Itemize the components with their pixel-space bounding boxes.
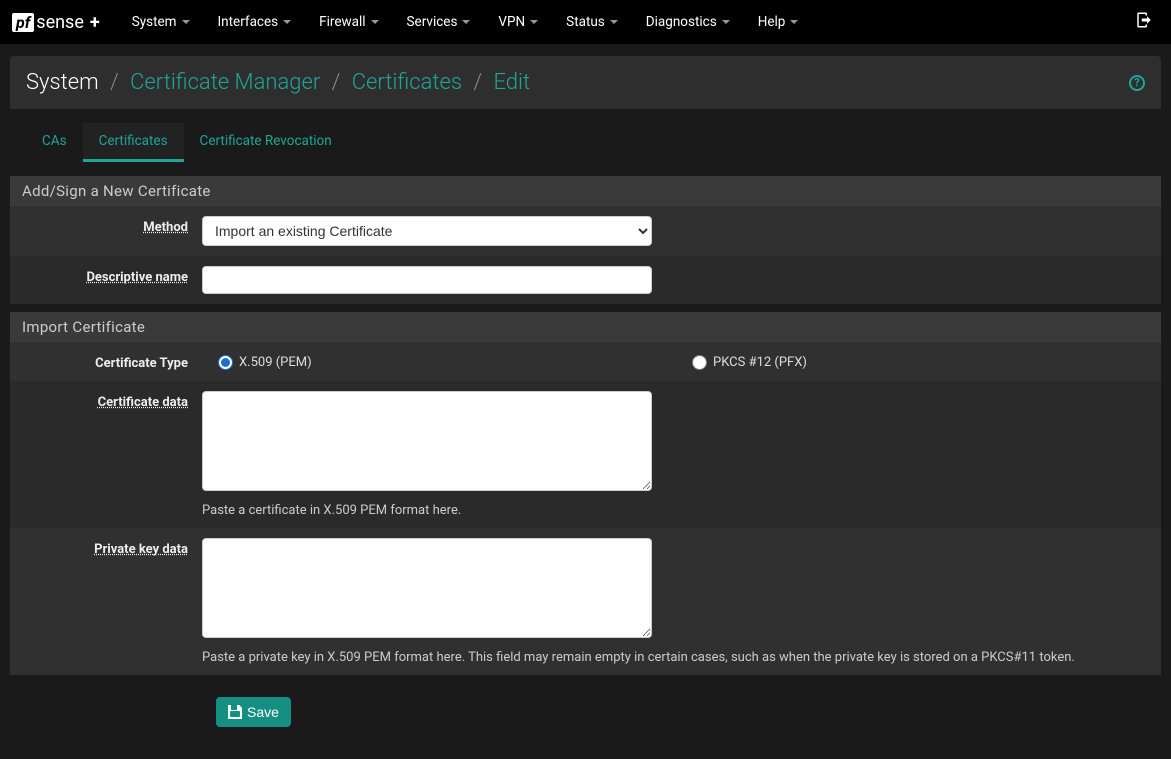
nav-menu: System Interfaces Firewall Services VPN …	[118, 2, 813, 42]
logo-sense: sense	[36, 12, 84, 33]
control-col: Paste a certificate in X.509 PEM format …	[202, 391, 1149, 518]
panel-body: Certificate Type X.509 (PEM) PKCS #12 (P…	[10, 342, 1161, 675]
help-icon[interactable]: ?	[1129, 75, 1145, 91]
nav-item-firewall[interactable]: Firewall	[305, 2, 392, 42]
nav-item-system[interactable]: System	[118, 2, 204, 42]
crumb-sep: /	[473, 70, 482, 95]
logo-pf: pf	[12, 13, 34, 32]
breadcrumb-bar: System / Certificate Manager / Certifica…	[10, 56, 1161, 109]
crumb-edit[interactable]: Edit	[493, 70, 530, 95]
descriptive-name-input[interactable]	[202, 266, 652, 294]
radio-pfx-label: PKCS #12 (PFX)	[713, 355, 807, 370]
radio-pem-input[interactable]	[218, 355, 233, 370]
nav-label: Help	[758, 14, 786, 30]
chevron-down-icon	[182, 20, 190, 24]
control-col	[202, 266, 1149, 294]
row-key-data: Private key data Paste a private key in …	[10, 528, 1161, 675]
cert-data-textarea[interactable]	[202, 391, 652, 491]
chevron-down-icon	[371, 20, 379, 24]
actions-row: Save	[10, 683, 1161, 747]
crumb-sep: /	[110, 70, 119, 95]
control-col: Import an existing Certificate	[202, 216, 1149, 246]
key-data-textarea[interactable]	[202, 538, 652, 638]
panel-heading: Add/Sign a New Certificate	[10, 176, 1161, 206]
nav-label: Status	[566, 14, 605, 30]
logo-plus: +	[90, 12, 100, 33]
save-icon	[228, 705, 242, 719]
nav-item-interfaces[interactable]: Interfaces	[204, 2, 306, 42]
nav-label: VPN	[498, 14, 525, 30]
nav-label: Services	[407, 14, 458, 30]
nav-item-diagnostics[interactable]: Diagnostics	[632, 2, 744, 42]
method-select[interactable]: Import an existing Certificate	[202, 216, 652, 246]
row-descriptive-name: Descriptive name	[10, 256, 1161, 304]
crumb-system[interactable]: System	[26, 70, 99, 95]
radio-pem-label: X.509 (PEM)	[239, 355, 312, 370]
row-cert-type: Certificate Type X.509 (PEM) PKCS #12 (P…	[10, 342, 1161, 381]
label-cert-data: Certificate data	[22, 391, 202, 410]
panel-import: Import Certificate Certificate Type X.50…	[10, 312, 1161, 675]
nav-item-status[interactable]: Status	[552, 2, 632, 42]
tab-cas[interactable]: CAs	[26, 123, 83, 162]
nav-label: Firewall	[319, 14, 365, 30]
label-cert-type: Certificate Type	[22, 352, 202, 371]
nav-item-services[interactable]: Services	[393, 2, 485, 42]
logout-icon[interactable]	[1129, 11, 1159, 34]
chevron-down-icon	[530, 20, 538, 24]
label-key-data: Private key data	[22, 538, 202, 557]
label-descriptive-name: Descriptive name	[22, 266, 202, 285]
navbar-left: pf sense + System Interfaces Firewall Se…	[12, 2, 812, 42]
tab-revocation[interactable]: Certificate Revocation	[184, 123, 348, 162]
save-button[interactable]: Save	[216, 697, 291, 727]
page: System / Certificate Manager / Certifica…	[0, 44, 1171, 759]
chevron-down-icon	[790, 20, 798, 24]
nav-label: Interfaces	[218, 14, 279, 30]
chevron-down-icon	[610, 20, 618, 24]
tabs: CAs Certificates Certificate Revocation	[10, 115, 1161, 162]
crumb-cert-manager[interactable]: Certificate Manager	[130, 70, 320, 95]
nav-item-help[interactable]: Help	[744, 2, 813, 42]
control-col: X.509 (PEM) PKCS #12 (PFX)	[202, 352, 1149, 370]
label-method: Method	[22, 216, 202, 235]
breadcrumb: System / Certificate Manager / Certifica…	[26, 70, 530, 95]
crumb-certificates[interactable]: Certificates	[352, 70, 462, 95]
radio-row: X.509 (PEM) PKCS #12 (PFX)	[202, 352, 1149, 370]
panel-heading: Import Certificate	[10, 312, 1161, 342]
help-key-data: Paste a private key in X.509 PEM format …	[202, 650, 1149, 665]
control-col: Paste a private key in X.509 PEM format …	[202, 538, 1149, 665]
radio-pfx[interactable]: PKCS #12 (PFX)	[692, 355, 807, 370]
panel-add-sign: Add/Sign a New Certificate Method Import…	[10, 176, 1161, 304]
chevron-down-icon	[462, 20, 470, 24]
crumb-sep: /	[332, 70, 341, 95]
row-cert-data: Certificate data Paste a certificate in …	[10, 381, 1161, 528]
nav-item-vpn[interactable]: VPN	[484, 2, 552, 42]
top-navbar: pf sense + System Interfaces Firewall Se…	[0, 0, 1171, 44]
row-method: Method Import an existing Certificate	[10, 206, 1161, 256]
chevron-down-icon	[722, 20, 730, 24]
radio-pem[interactable]: X.509 (PEM)	[202, 355, 692, 370]
radio-pfx-input[interactable]	[692, 355, 707, 370]
logo[interactable]: pf sense +	[12, 12, 100, 33]
save-label: Save	[247, 704, 279, 720]
nav-label: System	[132, 14, 177, 30]
panel-body: Method Import an existing Certificate De…	[10, 206, 1161, 304]
chevron-down-icon	[283, 20, 291, 24]
nav-label: Diagnostics	[646, 14, 717, 30]
tab-certificates[interactable]: Certificates	[83, 123, 184, 162]
help-cert-data: Paste a certificate in X.509 PEM format …	[202, 503, 1149, 518]
